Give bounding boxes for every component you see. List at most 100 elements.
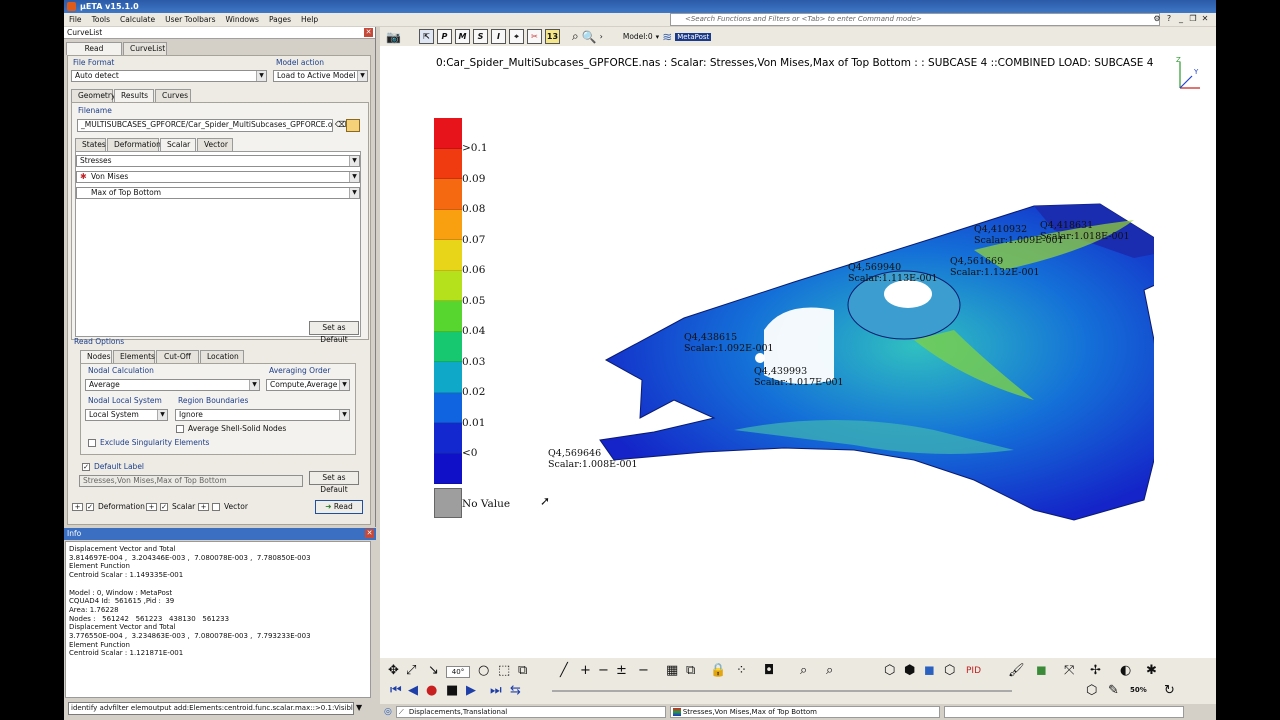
numbered-icon[interactable]: 13 — [544, 29, 560, 44]
scalar-type-select[interactable]: Stresses ▼ — [76, 155, 360, 167]
tab-scalar[interactable]: Scalar — [160, 138, 196, 151]
bounce-icon[interactable]: ⇆ — [510, 684, 521, 698]
menu-help[interactable]: Help — [296, 15, 323, 24]
circle-icon[interactable]: ○ — [478, 664, 489, 678]
menu-calculate[interactable]: Calculate — [115, 15, 160, 24]
close-icon[interactable]: ✕ — [364, 28, 373, 37]
chevron-right-icon[interactable]: › — [600, 32, 603, 41]
minus-2-icon[interactable]: − — [638, 664, 649, 678]
set-as-default-button[interactable]: Set as Default — [309, 321, 359, 344]
deformation-status-select[interactable]: ⟋ Displacements,Translational — [395, 706, 666, 718]
vector-status-select[interactable] — [943, 706, 1184, 718]
tab-read-results[interactable]: Read Results — [66, 42, 122, 65]
tab-curves[interactable]: Curves — [155, 89, 191, 102]
tab-elements[interactable]: Elements — [113, 350, 155, 363]
command-search-input[interactable]: <Search Functions and Filters or <Tab> t… — [670, 13, 1160, 26]
clear-icon[interactable]: ⌫ — [335, 120, 346, 129]
cube-3-icon[interactable]: ⬡ — [944, 664, 955, 678]
cube-blue-icon[interactable]: ◼ — [924, 664, 935, 678]
pid-icon[interactable]: PID — [966, 664, 981, 678]
vector-checkbox[interactable] — [212, 503, 220, 511]
tab-curvelist[interactable]: CurveList — [123, 42, 167, 55]
search-icon[interactable]: ⌕ — [800, 664, 807, 678]
pan-icon[interactable]: ⤢ — [406, 664, 416, 678]
close-icon[interactable]: ✕ — [365, 529, 374, 538]
nodes-icon[interactable]: ⁘ — [736, 664, 747, 678]
frame-icon[interactable]: ◘ — [764, 664, 774, 678]
menu-pages[interactable]: Pages — [264, 15, 296, 24]
tab-geometry[interactable]: Geometry — [71, 89, 115, 102]
timeline-slider[interactable] — [552, 690, 1012, 692]
nodal-calculation-select[interactable]: Average ▼ — [85, 379, 260, 391]
folder-icon[interactable] — [346, 119, 360, 132]
chevron-down-icon[interactable]: ▼ — [356, 703, 362, 712]
scalar-expand-icon[interactable]: + — [146, 503, 157, 511]
avg-shell-solid-checkbox[interactable] — [176, 425, 184, 433]
s-icon[interactable]: S — [472, 29, 488, 44]
eye-icon[interactable]: ◎ — [384, 707, 392, 717]
zoom-icon[interactable]: 🔍 — [582, 30, 597, 44]
line-icon[interactable]: ╱ — [560, 664, 568, 678]
search-2-icon[interactable]: ⌕ — [826, 664, 833, 678]
model-label[interactable]: Model:0 — [623, 32, 653, 41]
tilt-icon[interactable]: ↘ — [428, 664, 439, 678]
help-icon[interactable]: ? — [1164, 14, 1174, 24]
brush-icon[interactable]: 🖌 — [1008, 664, 1025, 678]
reset-icon[interactable]: ↻ — [1164, 684, 1175, 698]
stop-icon[interactable]: ■ — [446, 684, 458, 698]
i-icon[interactable]: I — [490, 29, 506, 44]
filename-input[interactable]: _MULTISUBCASES_GPFORCE/Car_Spider_MultiS… — [77, 119, 333, 132]
zoom-level[interactable]: 50% — [1130, 686, 1147, 694]
tab-location[interactable]: Location — [200, 350, 244, 363]
prev-frame-icon[interactable]: ◀ — [408, 684, 418, 698]
vector-expand-icon[interactable]: + — [198, 503, 209, 511]
menu-file[interactable]: File — [64, 15, 87, 24]
tab-states[interactable]: States — [75, 138, 106, 151]
probe-icon[interactable]: ⌖ — [508, 29, 524, 44]
averaging-order-select[interactable]: Compute,Average ▼ — [266, 379, 350, 391]
light-icon[interactable]: ✎ — [1108, 684, 1119, 698]
first-frame-icon[interactable]: ⏮ — [390, 684, 402, 698]
settings-icon[interactable]: ⚙ — [1152, 14, 1162, 24]
close-button[interactable]: ✕ — [1200, 14, 1210, 24]
tab-deformation[interactable]: Deformation — [107, 138, 161, 151]
m-icon[interactable]: M — [454, 29, 470, 44]
copy-icon[interactable]: ⧉ — [686, 664, 695, 678]
model-action-select[interactable]: Load to Active Model ▼ — [273, 70, 368, 82]
tab-results[interactable]: Results — [114, 89, 154, 102]
deformation-checkbox[interactable]: ✓ — [86, 503, 94, 511]
command-line-input[interactable]: identify advfilter elemoutput add:Elemen… — [68, 702, 354, 715]
rotate-icon[interactable]: ✥ — [388, 664, 399, 678]
tab-cut-off[interactable]: Cut-Off — [156, 350, 199, 363]
shade-icon[interactable]: ◐ — [1120, 664, 1131, 678]
view-icon[interactable]: ⧉ — [518, 664, 527, 678]
scalar-status-select[interactable]: Stresses,Von Mises,Max of Top Bottom — [669, 706, 940, 718]
grid-icon[interactable]: ▦ — [666, 664, 678, 678]
minimize-button[interactable]: _ — [1176, 14, 1186, 24]
select-icon[interactable]: ⇱ — [418, 29, 434, 44]
menu-user-toolbars[interactable]: User Toolbars — [160, 15, 220, 24]
window-name-label[interactable]: MetaPost — [675, 32, 712, 41]
scalar-location-select[interactable]: Max of Top Bottom ▼ — [76, 187, 360, 199]
file-format-select[interactable]: Auto detect ▼ — [71, 70, 267, 82]
scalar-checkbox[interactable]: ✓ — [160, 503, 168, 511]
restore-button[interactable]: ❐ — [1188, 14, 1198, 24]
camera-icon[interactable]: 📷 — [386, 30, 401, 44]
angle-input[interactable]: 40° — [446, 666, 470, 678]
minus-icon[interactable]: − — [598, 664, 609, 678]
delete-icon[interactable]: ✂ — [526, 29, 542, 44]
plus-minus-icon[interactable]: ± — [616, 664, 627, 678]
cube-green-icon[interactable]: ◼ — [1036, 664, 1047, 678]
chevron-down-icon[interactable]: ▾ — [656, 33, 660, 41]
move-icon[interactable]: ✢ — [1090, 664, 1101, 678]
p-icon[interactable]: P — [436, 29, 452, 44]
palette-icon[interactable]: ✱ — [1146, 664, 1157, 678]
exclude-singularity-checkbox[interactable] — [88, 439, 96, 447]
default-label-input[interactable]: Stresses,Von Mises,Max of Top Bottom — [79, 475, 303, 487]
fit-icon[interactable]: ⬚ — [498, 664, 510, 678]
nodal-local-system-select[interactable]: Local System ▼ — [85, 409, 168, 421]
record-icon[interactable]: ● — [426, 684, 437, 698]
region-boundaries-select[interactable]: Ignore ▼ — [175, 409, 350, 421]
menu-windows[interactable]: Windows — [220, 15, 263, 24]
deformation-expand-icon[interactable]: + — [72, 503, 83, 511]
